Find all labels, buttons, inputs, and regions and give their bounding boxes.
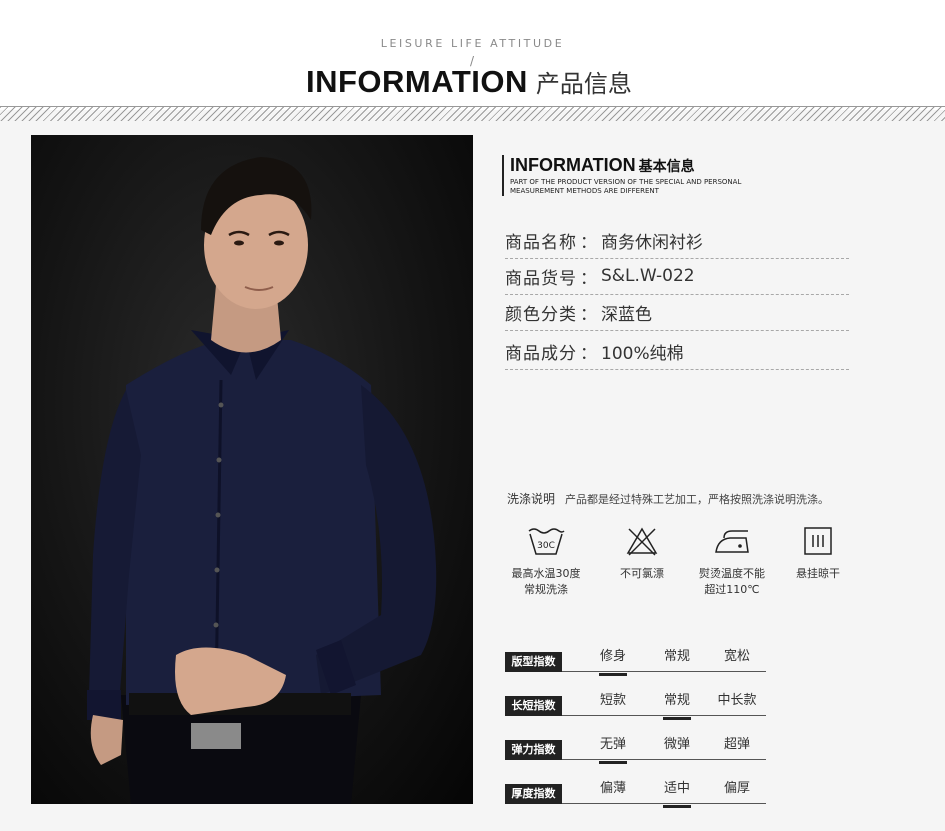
spec-label: 商品货号 bbox=[505, 268, 577, 289]
index-option: 偏厚 bbox=[723, 781, 750, 796]
hatched-divider bbox=[0, 106, 945, 121]
spec-value: 深蓝色 bbox=[601, 304, 652, 325]
iron-icon bbox=[715, 530, 749, 553]
product-photo bbox=[31, 135, 473, 804]
no-bleach-icon bbox=[626, 527, 658, 556]
care-item-wash: 30C 最高水温30度 常规洗涤 bbox=[501, 525, 591, 597]
index-label: 弹力指数 bbox=[505, 740, 562, 760]
spec-row-material: 商品成分： 100%纯棉 bbox=[505, 333, 849, 370]
page-title: INFORMATION 产品信息 bbox=[306, 64, 632, 100]
wash-tub-icon: 30C bbox=[528, 528, 565, 555]
care-line: 不可氯漂 bbox=[620, 567, 664, 580]
index-option: 短款 bbox=[599, 693, 626, 708]
index-option: 常规 bbox=[657, 689, 697, 720]
spec-separator: ： bbox=[580, 343, 597, 364]
spec-row-name: 商品名称：商务休闲衬衫 bbox=[505, 222, 849, 259]
index-row-length: 长短指数 短款 常规 中长款 bbox=[505, 689, 766, 720]
tagline: LEISURE LIFE ATTITUDE bbox=[380, 37, 565, 50]
page-title-en: INFORMATION bbox=[306, 64, 528, 99]
index-option: 无弹 bbox=[593, 733, 633, 764]
spec-separator: ： bbox=[580, 304, 597, 325]
index-option: 微弹 bbox=[663, 737, 690, 752]
spec-separator: ： bbox=[580, 268, 597, 289]
spec-value: 100%纯棉 bbox=[601, 343, 684, 364]
care-line: 悬挂晾干 bbox=[796, 567, 840, 580]
svg-text:30C: 30C bbox=[537, 541, 555, 551]
spec-value: S&L.W-022 bbox=[601, 266, 695, 286]
info-heading: INFORMATION 基本信息 PART OF THE PRODUCT VERS… bbox=[502, 155, 790, 196]
spec-row-color: 颜色分类：深蓝色 bbox=[505, 294, 849, 331]
care-line: 熨烫温度不能 bbox=[699, 567, 765, 580]
info-subtitle: PART OF THE PRODUCT VERSION OF THE SPECI… bbox=[510, 178, 742, 195]
index-option: 修身 bbox=[593, 645, 633, 676]
index-row-stretch: 弹力指数 无弹 微弹 超弹 bbox=[505, 733, 766, 764]
model-illustration bbox=[87, 157, 437, 804]
index-row-thickness: 厚度指数 偏薄 适中 偏厚 bbox=[505, 777, 766, 808]
index-label: 长短指数 bbox=[505, 696, 562, 716]
hang-dry-icon bbox=[804, 527, 832, 555]
care-line: 最高水温30度 bbox=[511, 567, 581, 580]
index-row-fit: 版型指数 修身 常规 宽松 bbox=[505, 645, 766, 676]
info-title-cn: 基本信息 bbox=[638, 159, 695, 175]
index-label: 厚度指数 bbox=[505, 784, 562, 804]
info-title-en: INFORMATION bbox=[510, 155, 636, 175]
care-line: 常规洗涤 bbox=[524, 583, 568, 596]
spec-label: 商品成分 bbox=[505, 343, 577, 364]
index-option: 超弹 bbox=[723, 737, 750, 752]
index-option: 中长款 bbox=[717, 693, 757, 708]
spec-separator: ： bbox=[580, 232, 597, 253]
wash-title: 洗涤说明 bbox=[507, 492, 556, 506]
spec-value: 商务休闲衬衫 bbox=[601, 232, 703, 253]
spec-row-sku: 商品货号： S&L.W-022 bbox=[505, 258, 849, 295]
index-option: 适中 bbox=[657, 777, 697, 808]
wash-description: 产品都是经过特殊工艺加工，严格按照洗涤说明洗涤。 bbox=[565, 493, 830, 506]
care-item-iron: 熨烫温度不能 超过110℃ bbox=[687, 525, 777, 597]
spec-label: 颜色分类 bbox=[505, 304, 577, 325]
index-label: 版型指数 bbox=[505, 652, 562, 672]
care-item-dry: 悬挂晾干 bbox=[773, 525, 863, 581]
care-line: 超过110℃ bbox=[704, 583, 760, 596]
spec-label: 商品名称 bbox=[505, 232, 577, 253]
index-option: 偏薄 bbox=[599, 781, 626, 796]
page-title-cn: 产品信息 bbox=[535, 70, 632, 98]
care-item-bleach: 不可氯漂 bbox=[597, 525, 687, 581]
index-option: 宽松 bbox=[723, 649, 750, 664]
index-option: 常规 bbox=[663, 649, 690, 664]
header-band: LEISURE LIFE ATTITUDE / INFORMATION 产品信息 bbox=[0, 0, 945, 110]
wash-instructions: 洗涤说明 产品都是经过特殊工艺加工，严格按照洗涤说明洗涤。 bbox=[507, 490, 829, 507]
